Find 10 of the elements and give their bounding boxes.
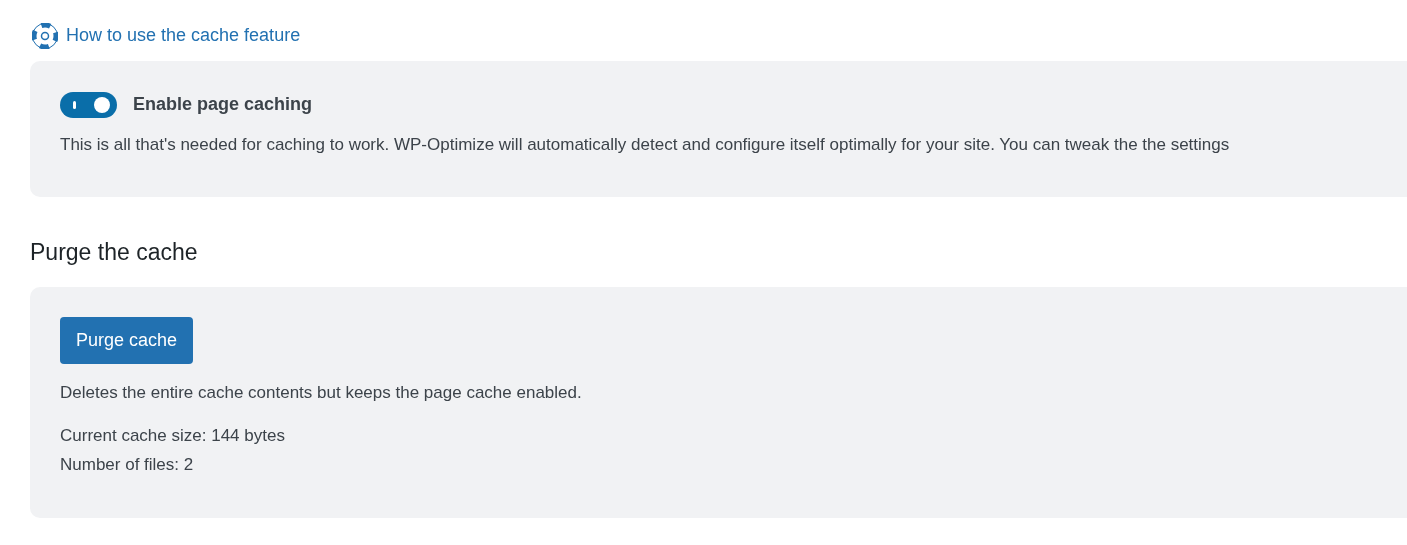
description-text: This is all that's needed for caching to work. WP-Optimize will automatically detect and configure itself optimally for your site. You can tweak the the settings [60,134,1231,156]
lifebuoy-icon [32,22,58,49]
section-heading: Purge the cache [30,239,199,267]
stat-text: Number of files: 2 [60,454,195,477]
purge-button[interactable]: Purge cache [60,316,194,364]
help-link[interactable]: How to use the cache feature [66,22,301,49]
description-text: Deletes the entire cache contents but keeps the page cache enabled. [60,381,583,404]
stat-text: Current cache size: 144 bytes [60,425,286,448]
toggle-label: Enable page caching [133,93,313,116]
toggle-switch[interactable] [60,91,117,118]
